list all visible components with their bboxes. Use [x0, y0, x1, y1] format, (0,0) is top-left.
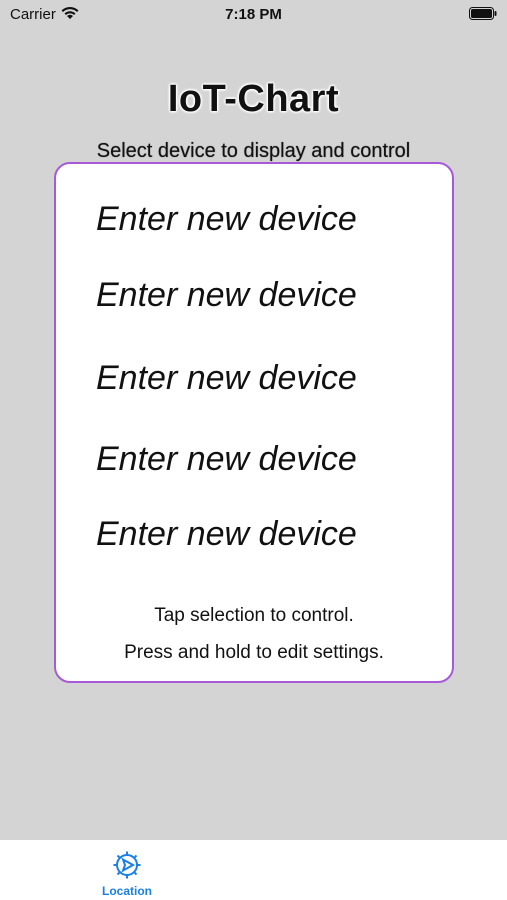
- status-bar: Carrier 7:18 PM: [0, 0, 507, 28]
- tab-bar: Location: [0, 840, 507, 900]
- device-item-1[interactable]: Enter new device: [96, 200, 357, 239]
- device-item-2[interactable]: Enter new device: [96, 276, 357, 315]
- hint-tap-text: Tap selection to control.: [154, 605, 354, 626]
- clock-time: 7:18 PM: [225, 6, 282, 23]
- device-item-3[interactable]: Enter new device: [96, 359, 357, 398]
- location-gear-icon: [113, 851, 141, 879]
- tab-location-label: Location: [102, 884, 152, 898]
- tab-location[interactable]: Location: [92, 850, 162, 898]
- page-subtitle: Select device to display and control: [96, 140, 411, 162]
- battery-icon: [469, 7, 497, 20]
- device-item-4[interactable]: Enter new device: [96, 440, 357, 479]
- hint-hold-text: Press and hold to edit settings.: [124, 642, 384, 663]
- app-title: IoT-Chart: [167, 78, 340, 120]
- device-list-card: Enter new device Enter new device Enter …: [54, 162, 454, 683]
- device-item-5[interactable]: Enter new device: [96, 515, 357, 554]
